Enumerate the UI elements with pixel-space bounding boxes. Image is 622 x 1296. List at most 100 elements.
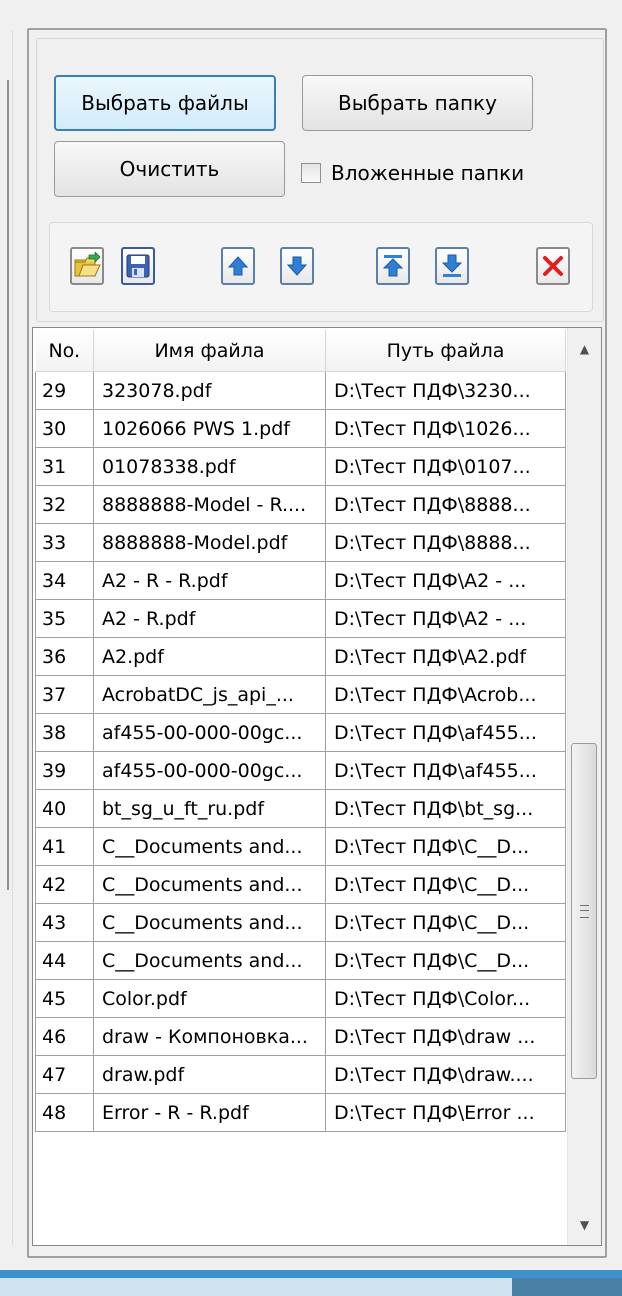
row-number-cell[interactable]: 37 xyxy=(35,675,94,714)
scroll-down-arrow[interactable]: ▼ xyxy=(568,1208,601,1242)
table-row[interactable]: 39 af455-00-000-00gc... D:\Тест ПДФ\af455.… xyxy=(35,751,566,790)
row-number-cell[interactable]: 43 xyxy=(35,903,94,942)
file-path-cell[interactable]: D:\Тест ПДФ\Acrob... xyxy=(325,675,566,714)
file-path-cell[interactable]: D:\Тест ПДФ\draw.... xyxy=(325,1055,566,1094)
file-name-cell[interactable]: C__Documents and... xyxy=(93,865,326,904)
row-number-cell[interactable]: 44 xyxy=(35,941,94,980)
file-name-cell[interactable]: A2.pdf xyxy=(93,637,326,676)
table-row[interactable]: 44 C__Documents and... D:\Тест ПДФ\C__D... xyxy=(35,941,566,980)
file-path-cell[interactable]: D:\Тест ПДФ\A2 - ... xyxy=(325,561,566,600)
file-path-cell[interactable]: D:\Тест ПДФ\1026... xyxy=(325,409,566,448)
file-path-cell[interactable]: D:\Тест ПДФ\af455... xyxy=(325,713,566,752)
file-path-cell[interactable]: D:\Тест ПДФ\C__D... xyxy=(325,903,566,942)
file-name-cell[interactable]: Color.pdf xyxy=(93,979,326,1018)
file-name-cell[interactable]: af455-00-000-00gc... xyxy=(93,713,326,752)
move-down-button[interactable] xyxy=(280,247,314,285)
file-name-cell[interactable]: 1026066 PWS 1.pdf xyxy=(93,409,326,448)
row-number-cell[interactable]: 45 xyxy=(35,979,94,1018)
table-row[interactable]: 34 A2 - R - R.pdf D:\Тест ПДФ\A2 - ... xyxy=(35,561,566,600)
file-name-cell[interactable]: AcrobatDC_js_api_... xyxy=(93,675,326,714)
file-path-cell[interactable]: D:\Тест ПДФ\Error ... xyxy=(325,1093,566,1132)
file-name-cell[interactable]: Error - R - R.pdf xyxy=(93,1093,326,1132)
clear-button[interactable]: Очистить xyxy=(54,141,285,197)
file-path-cell[interactable]: D:\Тест ПДФ\Color... xyxy=(325,979,566,1018)
file-name-cell[interactable]: 8888888-Model - R.... xyxy=(93,485,326,524)
file-path-cell[interactable]: D:\Тест ПДФ\C__D... xyxy=(325,941,566,980)
table-row[interactable]: 37 AcrobatDC_js_api_... D:\Тест ПДФ\Acrob.… xyxy=(35,675,566,714)
row-number-cell[interactable]: 46 xyxy=(35,1017,94,1056)
header-no[interactable]: No. xyxy=(35,330,94,372)
file-name-cell[interactable]: C__Documents and... xyxy=(93,903,326,942)
file-path-cell[interactable]: D:\Тест ПДФ\A2 - ... xyxy=(325,599,566,638)
table-row[interactable]: 41 C__Documents and... D:\Тест ПДФ\C__D... xyxy=(35,827,566,866)
row-number-cell[interactable]: 34 xyxy=(35,561,94,600)
row-number-cell[interactable]: 38 xyxy=(35,713,94,752)
file-name-cell[interactable]: 8888888-Model.pdf xyxy=(93,523,326,562)
table-row[interactable]: 33 8888888-Model.pdf D:\Тест ПДФ\8888... xyxy=(35,523,566,562)
file-name-cell[interactable]: A2 - R.pdf xyxy=(93,599,326,638)
file-name-cell[interactable]: A2 - R - R.pdf xyxy=(93,561,326,600)
file-path-cell[interactable]: D:\Тест ПДФ\3230... xyxy=(325,371,566,410)
table-row[interactable]: 31 01078338.pdf D:\Тест ПДФ\0107... xyxy=(35,447,566,486)
table-row[interactable]: 40 bt_sg_u_ft_ru.pdf D:\Тест ПДФ\bt_sg... xyxy=(35,789,566,828)
select-folder-button[interactable]: Выбрать папку xyxy=(302,75,533,131)
file-name-cell[interactable]: 01078338.pdf xyxy=(93,447,326,486)
row-number-cell[interactable]: 29 xyxy=(35,371,94,410)
table-row[interactable]: 47 draw.pdf D:\Тест ПДФ\draw.... xyxy=(35,1055,566,1094)
move-to-top-button[interactable] xyxy=(376,247,410,285)
file-name-cell[interactable]: af455-00-000-00gc... xyxy=(93,751,326,790)
file-path-cell[interactable]: D:\Тест ПДФ\C__D... xyxy=(325,865,566,904)
file-path-cell[interactable]: D:\Тест ПДФ\draw ... xyxy=(325,1017,566,1056)
move-up-button[interactable] xyxy=(221,247,255,285)
row-number-cell[interactable]: 36 xyxy=(35,637,94,676)
file-name-cell[interactable]: C__Documents and... xyxy=(93,941,326,980)
row-number-cell[interactable]: 40 xyxy=(35,789,94,828)
file-name-cell[interactable]: 323078.pdf xyxy=(93,371,326,410)
file-list-grid[interactable]: No. Имя файла Путь файла 29 323078.pdf D:\… xyxy=(32,327,602,1246)
row-number-cell[interactable]: 30 xyxy=(35,409,94,448)
table-row[interactable]: 46 draw - Компоновка... D:\Тест ПДФ\draw .… xyxy=(35,1017,566,1056)
table-row[interactable]: 45 Color.pdf D:\Тест ПДФ\Color... xyxy=(35,979,566,1018)
nested-folders-checkbox[interactable]: Вложенные папки xyxy=(301,161,524,185)
table-row[interactable]: 48 Error - R - R.pdf D:\Тест ПДФ\Error ... xyxy=(35,1093,566,1132)
table-row[interactable]: 30 1026066 PWS 1.pdf D:\Тест ПДФ\1026... xyxy=(35,409,566,448)
row-number-cell[interactable]: 33 xyxy=(35,523,94,562)
row-number-cell[interactable]: 39 xyxy=(35,751,94,790)
file-name-cell[interactable]: C__Documents and... xyxy=(93,827,326,866)
file-path-cell[interactable]: D:\Тест ПДФ\C__D... xyxy=(325,827,566,866)
table-row[interactable]: 29 323078.pdf D:\Тест ПДФ\3230... xyxy=(35,371,566,410)
scroll-up-arrow[interactable]: ▲ xyxy=(568,332,601,366)
table-row[interactable]: 32 8888888-Model - R.... D:\Тест ПДФ\8888.… xyxy=(35,485,566,524)
checkbox-box[interactable] xyxy=(301,163,321,183)
table-row[interactable]: 43 C__Documents and... D:\Тест ПДФ\C__D... xyxy=(35,903,566,942)
file-path-cell[interactable]: D:\Тест ПДФ\af455... xyxy=(325,751,566,790)
taskbar-button[interactable] xyxy=(512,1278,622,1296)
row-number-cell[interactable]: 48 xyxy=(35,1093,94,1132)
header-file-name[interactable]: Имя файла xyxy=(93,330,326,372)
move-to-bottom-button[interactable] xyxy=(435,247,469,285)
row-number-cell[interactable]: 31 xyxy=(35,447,94,486)
file-name-cell[interactable]: draw - Компоновка... xyxy=(93,1017,326,1056)
file-path-cell[interactable]: D:\Тест ПДФ\8888... xyxy=(325,485,566,524)
file-name-cell[interactable]: bt_sg_u_ft_ru.pdf xyxy=(93,789,326,828)
table-row[interactable]: 36 A2.pdf D:\Тест ПДФ\A2.pdf xyxy=(35,637,566,676)
save-button[interactable] xyxy=(121,247,155,285)
row-number-cell[interactable]: 41 xyxy=(35,827,94,866)
select-files-button[interactable]: Выбрать файлы xyxy=(54,75,276,131)
delete-button[interactable] xyxy=(536,247,570,285)
file-name-cell[interactable]: draw.pdf xyxy=(93,1055,326,1094)
file-path-cell[interactable]: D:\Тест ПДФ\A2.pdf xyxy=(325,637,566,676)
row-number-cell[interactable]: 42 xyxy=(35,865,94,904)
table-row[interactable]: 42 C__Documents and... D:\Тест ПДФ\C__D... xyxy=(35,865,566,904)
row-number-cell[interactable]: 47 xyxy=(35,1055,94,1094)
file-path-cell[interactable]: D:\Тест ПДФ\bt_sg... xyxy=(325,789,566,828)
header-file-path[interactable]: Путь файла xyxy=(325,330,566,372)
file-path-cell[interactable]: D:\Тест ПДФ\0107... xyxy=(325,447,566,486)
vertical-scrollbar[interactable]: ▲ ▼ xyxy=(567,328,601,1245)
table-row[interactable]: 38 af455-00-000-00gc... D:\Тест ПДФ\af455.… xyxy=(35,713,566,752)
row-number-cell[interactable]: 32 xyxy=(35,485,94,524)
open-folder-button[interactable] xyxy=(70,247,104,285)
table-row[interactable]: 35 A2 - R.pdf D:\Тест ПДФ\A2 - ... xyxy=(35,599,566,638)
scroll-thumb[interactable] xyxy=(571,743,597,1079)
file-path-cell[interactable]: D:\Тест ПДФ\8888... xyxy=(325,523,566,562)
